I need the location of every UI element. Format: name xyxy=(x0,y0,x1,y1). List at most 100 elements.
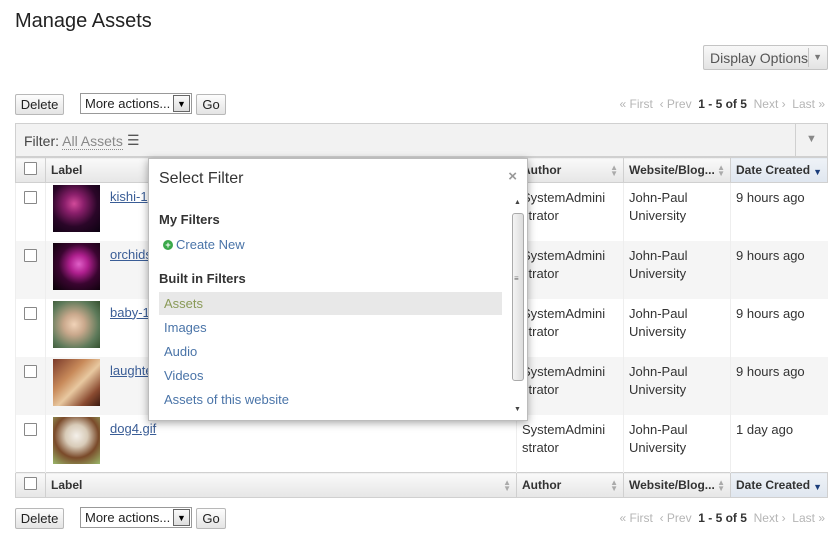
filter-value-link[interactable]: All Assets xyxy=(62,133,123,150)
author-line-2: strator xyxy=(522,439,559,455)
filter-bar: Filter: All Assets ☰ ▼ xyxy=(15,123,828,157)
table-footer-row: Label ▲ ▼ Author ▲ ▼ Website/Blog... ▲ ▼ Date … xyxy=(15,472,828,498)
select-all-checkbox-footer[interactable] xyxy=(24,477,37,490)
column-label-text: Label xyxy=(51,163,83,177)
grip-icon: ≡ xyxy=(514,274,519,283)
sort-icon: ▲▼ xyxy=(610,478,618,493)
delete-button-bottom[interactable]: Delete xyxy=(15,508,64,529)
pager-last: Last » xyxy=(792,97,825,111)
create-new-link[interactable]: + Create New xyxy=(163,237,245,252)
author-line-2: strator xyxy=(522,323,559,339)
filter-item-audio[interactable]: Audio xyxy=(159,340,502,363)
footer-column-site-text: Website/Blog... xyxy=(629,478,715,492)
actions-select-bottom[interactable]: More actions... ▼ xyxy=(80,507,192,528)
author-line-1: SystemAdmini xyxy=(522,421,606,437)
pager-range: 1 - 5 of 5 xyxy=(698,511,747,525)
date-created: 9 hours ago xyxy=(736,363,805,379)
filter-item-images[interactable]: Images xyxy=(159,316,502,339)
row-checkbox[interactable] xyxy=(24,191,37,204)
select-all-checkbox[interactable] xyxy=(24,162,37,175)
site-line-1: John-Paul xyxy=(629,305,688,321)
filter-toggle-button[interactable]: ▼ xyxy=(795,124,827,156)
footer-column-site[interactable]: Website/Blog... ▲ ▼ xyxy=(623,472,731,498)
display-options-label: Display Options xyxy=(710,50,809,66)
site-line-1: John-Paul xyxy=(629,421,688,437)
select-all-footer xyxy=(15,472,46,498)
pager-prev: ‹ Prev xyxy=(659,511,692,525)
pager-range: 1 - 5 of 5 xyxy=(698,97,747,111)
asset-thumbnail[interactable] xyxy=(53,416,100,464)
plus-icon: + xyxy=(163,240,173,250)
pager-first: « First xyxy=(619,511,653,525)
builtin-filters-heading: Built in Filters xyxy=(159,271,246,286)
asset-label-link[interactable]: dog4.gif xyxy=(110,421,156,436)
my-filters-heading: My Filters xyxy=(159,212,220,227)
go-button-bottom[interactable]: Go xyxy=(196,508,226,529)
footer-column-author[interactable]: Author ▲ ▼ xyxy=(516,472,624,498)
actions-select-value: More actions... xyxy=(85,510,171,525)
column-date[interactable]: Date Created ▼ xyxy=(730,157,828,183)
select-all-header xyxy=(15,157,46,183)
sort-icon: ▲▼ xyxy=(717,478,725,493)
asset-label-link[interactable]: laughte xyxy=(110,363,153,378)
site-line-1: John-Paul xyxy=(629,190,688,205)
filter-item-assets[interactable]: Assets xyxy=(159,292,502,315)
footer-column-label[interactable]: Label ▲ ▼ xyxy=(45,472,517,498)
author-line-2: strator xyxy=(522,265,559,281)
triangle-down-icon: ▼ xyxy=(813,52,822,62)
column-author[interactable]: Author ▲ ▼ xyxy=(516,157,624,183)
asset-thumbnail[interactable] xyxy=(53,358,100,406)
close-icon[interactable]: × xyxy=(508,168,517,185)
asset-thumbnail[interactable] xyxy=(53,242,100,290)
scroll-down-icon[interactable]: ▼ xyxy=(514,406,521,413)
scrollbar-thumb[interactable] xyxy=(512,213,524,381)
column-date-text: Date Created xyxy=(736,163,811,177)
site-line-2: University xyxy=(629,265,687,281)
filter-label: Filter: xyxy=(24,133,59,149)
pager-next: Next › xyxy=(753,97,786,111)
row-checkbox[interactable] xyxy=(24,248,37,262)
filter-text: Filter: All Assets xyxy=(24,133,123,150)
list-icon[interactable]: ☰ xyxy=(127,132,140,149)
site-line-2: University xyxy=(629,439,687,455)
author-line-2: strator xyxy=(522,381,559,397)
asset-thumbnail[interactable] xyxy=(53,185,100,232)
pager-last: Last » xyxy=(792,511,825,525)
delete-button-top[interactable]: Delete xyxy=(15,94,64,115)
popup-scrollbar[interactable]: ▲ ≡ ▼ xyxy=(511,199,525,413)
asset-label-link[interactable]: baby-1 xyxy=(110,305,150,320)
filter-item-videos[interactable]: Videos xyxy=(159,364,502,387)
popup-title: Select Filter xyxy=(159,170,244,187)
site-line-1: John-Paul xyxy=(629,363,688,379)
create-new-label: Create New xyxy=(176,237,245,252)
author-line-1: SystemAdmini xyxy=(522,190,606,205)
footer-column-date-text: Date Created xyxy=(736,478,811,492)
scroll-up-icon[interactable]: ▲ xyxy=(514,199,521,206)
filter-item-assets-of-website[interactable]: Assets of this website xyxy=(159,388,502,411)
author-line-2: strator xyxy=(522,208,559,223)
pager-top: « First ‹ Prev 1 - 5 of 5 Next › Last » xyxy=(620,97,825,111)
footer-column-label-text: Label xyxy=(51,478,83,492)
site-line-2: University xyxy=(629,323,687,339)
actions-select-top[interactable]: More actions... ▼ xyxy=(80,93,192,114)
asset-thumbnail[interactable] xyxy=(53,300,100,348)
row-checkbox[interactable] xyxy=(24,306,37,320)
date-created: 9 hours ago xyxy=(736,305,805,321)
display-options-button[interactable]: Display Options ▼ xyxy=(703,45,828,70)
row-checkbox[interactable] xyxy=(24,364,37,378)
row-checkbox[interactable] xyxy=(24,422,37,436)
select-filter-popup: Select Filter × My Filters + Create New B… xyxy=(148,158,528,421)
sort-icon: ▲▼ xyxy=(503,478,511,493)
author-line-1: SystemAdmini xyxy=(522,247,606,263)
go-button-top[interactable]: Go xyxy=(196,94,226,115)
pager-next: Next › xyxy=(753,511,786,525)
asset-label-link[interactable]: kishi-1 xyxy=(110,189,148,204)
table-row: dog4.gif SystemAdmini strator John-Paul Un… xyxy=(15,414,828,473)
footer-column-date[interactable]: Date Created ▼ xyxy=(730,472,828,498)
sort-desc-icon: ▼ xyxy=(813,482,822,492)
author-line-1: SystemAdmini xyxy=(522,305,606,321)
sort-icon: ▲▼ xyxy=(610,163,618,178)
column-site[interactable]: Website/Blog... ▲ ▼ xyxy=(623,157,731,183)
sort-desc-icon: ▼ xyxy=(813,167,822,177)
asset-label-link[interactable]: orchids xyxy=(110,247,152,262)
